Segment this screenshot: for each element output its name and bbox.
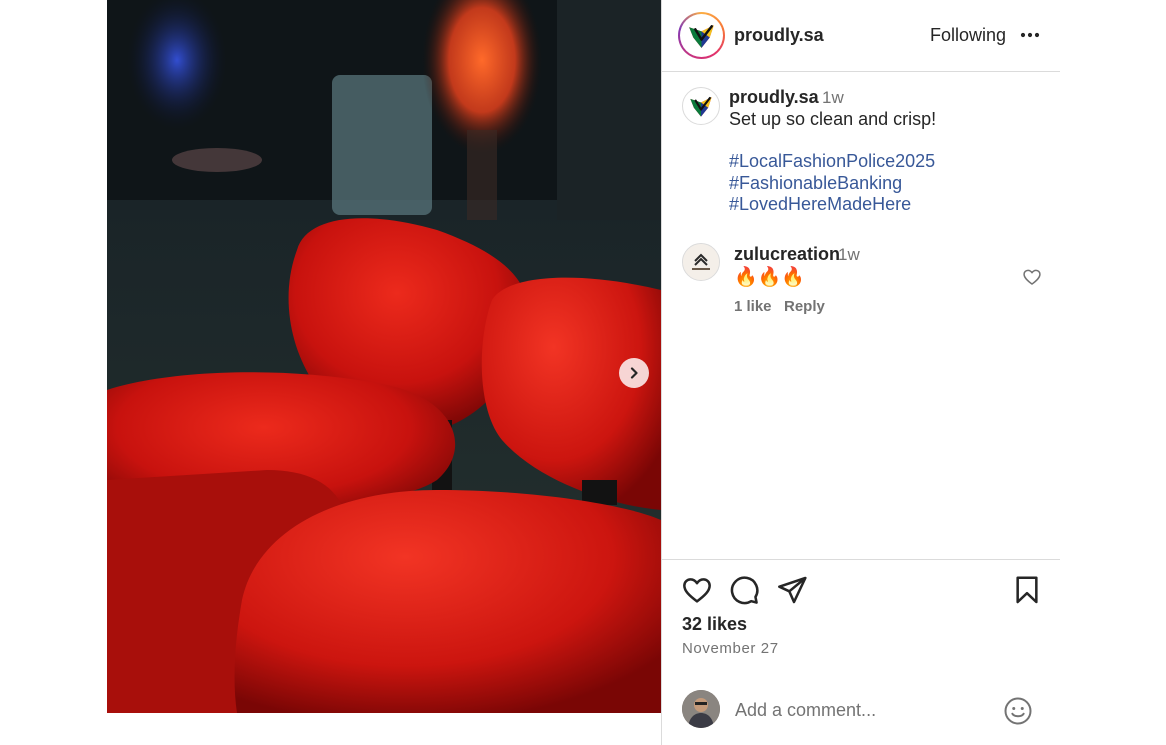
caption-time[interactable]: 1w: [822, 88, 844, 108]
post-header: proudly.sa Following: [662, 0, 1060, 72]
comment-like-button[interactable]: [1022, 267, 1042, 287]
hashtag-link[interactable]: #FashionableBanking: [729, 173, 935, 195]
post-image[interactable]: [107, 0, 661, 713]
heart-icon: [683, 578, 711, 603]
comment-input[interactable]: [735, 697, 995, 723]
post-date[interactable]: November 27: [682, 640, 779, 657]
comment-time[interactable]: 1w: [838, 245, 860, 265]
caption-avatar[interactable]: [682, 87, 720, 125]
emoji-icon: [1004, 697, 1032, 725]
current-user-avatar: [682, 690, 720, 728]
hashtag-link[interactable]: #LovedHereMadeHere: [729, 194, 935, 216]
heart-icon: [1023, 269, 1041, 285]
likes-count[interactable]: 32 likes: [682, 614, 747, 635]
emoji-button[interactable]: [1003, 696, 1033, 726]
comments-section: proudly.sa 1w Set up so clean and crisp!…: [662, 73, 1060, 559]
post-actions: 32 likes November 27: [662, 559, 1060, 675]
comment-button[interactable]: [728, 574, 760, 606]
comment-icon: [730, 576, 759, 605]
save-button[interactable]: [1011, 574, 1043, 606]
zulucreation-logo: [683, 244, 719, 280]
bookmark-icon: [1016, 576, 1038, 604]
like-button[interactable]: [681, 574, 713, 606]
caption-text: Set up so clean and crisp!: [729, 109, 937, 129]
red-sofa-photo: [107, 0, 661, 713]
comment-likes[interactable]: 1 like: [734, 298, 772, 315]
share-icon: [778, 576, 807, 604]
more-horizontal-icon: [1020, 32, 1040, 38]
user-photo: [682, 690, 720, 728]
more-options-button[interactable]: [1017, 24, 1043, 46]
proudly-sa-logo: [685, 90, 717, 122]
following-button[interactable]: Following: [930, 25, 1006, 46]
comment-text: 🔥🔥🔥: [734, 267, 805, 288]
caption-hashtags: #LocalFashionPolice2025 #FashionableBank…: [729, 151, 935, 216]
author-avatar[interactable]: [678, 12, 725, 59]
share-button[interactable]: [776, 574, 808, 606]
hashtag-link[interactable]: #LocalFashionPolice2025: [729, 151, 935, 173]
proudly-sa-logo: [683, 17, 720, 54]
post-panel: proudly.sa Following proudly.sa 1w Set u…: [661, 0, 1060, 745]
reply-button[interactable]: Reply: [784, 298, 825, 315]
author-username[interactable]: proudly.sa: [734, 25, 824, 46]
add-comment-bar: [662, 675, 1060, 745]
next-image-button[interactable]: [619, 358, 649, 388]
commenter-username[interactable]: zulucreation: [734, 244, 840, 265]
commenter-avatar[interactable]: [682, 243, 720, 281]
caption-username[interactable]: proudly.sa: [729, 87, 819, 108]
chevron-right-icon: [630, 367, 638, 379]
